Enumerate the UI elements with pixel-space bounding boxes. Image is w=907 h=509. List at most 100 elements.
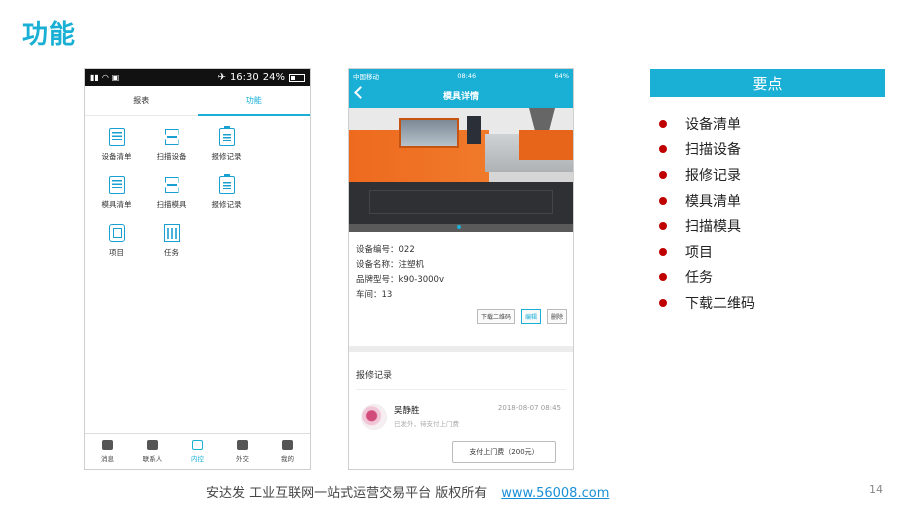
nav-header: 模具详情 xyxy=(349,82,573,108)
nav-external[interactable]: 外交 xyxy=(220,434,265,469)
feature-label: 报修记录 xyxy=(211,200,242,209)
clipboard-icon xyxy=(218,126,235,146)
list-icon xyxy=(108,128,125,146)
info-line: 设备名称：注塑机 xyxy=(356,260,425,270)
status-bar: 中国移动 08:46 64% xyxy=(349,69,573,82)
info-line: 品牌型号：k90-3000v xyxy=(356,275,444,285)
list-item: 扫描设备 xyxy=(659,137,755,163)
list-item: 下载二维码 xyxy=(659,290,755,316)
message-icon xyxy=(102,440,113,450)
avatar xyxy=(361,404,387,430)
carousel-indicator[interactable] xyxy=(457,225,461,229)
nav-label: 外交 xyxy=(236,455,249,463)
bullet-icon xyxy=(659,119,667,128)
nav-label: 联系人 xyxy=(142,455,163,463)
repair-record-item[interactable]: 吴静胜 2018-08-07 08:45 已发外，待支付上门费 xyxy=(349,398,573,438)
feature-label: 扫描模具 xyxy=(156,200,187,209)
bullet-icon xyxy=(659,273,667,282)
clipboard-icon xyxy=(218,174,235,194)
phone-feature-menu: ▮▮ ◠ ▣ ✈ 16:30 24% 报表 功能 设备清单 扫描设备 报修记录 … xyxy=(84,68,311,470)
bullet-icon xyxy=(659,298,667,307)
list-item: 报修记录 xyxy=(659,162,755,188)
phone-mold-detail: 中国移动 08:46 64% 模具详情 设备编号：022 设备名称：注塑机 品牌… xyxy=(348,68,574,470)
feature-label: 任务 xyxy=(164,248,179,257)
record-time: 2018-08-07 08:45 xyxy=(497,404,561,412)
record-name: 吴静胜 xyxy=(394,406,420,416)
nav-messages[interactable]: 消息 xyxy=(85,434,130,469)
tab-features[interactable]: 功能 xyxy=(197,86,311,116)
nav-label: 内控 xyxy=(191,455,204,463)
list-item: 扫描模具 xyxy=(659,213,755,239)
notification-icon: ▣ xyxy=(111,73,120,82)
tab-bar: 报表 功能 xyxy=(85,86,310,116)
list-item: 模具清单 xyxy=(659,188,755,214)
feature-label: 报修记录 xyxy=(211,152,242,161)
bullet-icon xyxy=(659,222,667,231)
back-icon[interactable] xyxy=(354,86,367,99)
tab-reports[interactable]: 报表 xyxy=(85,86,198,115)
bullet-icon xyxy=(659,196,667,205)
pay-fee-button[interactable]: 支付上门费（200元） xyxy=(452,441,556,463)
scan-icon xyxy=(164,128,180,146)
battery-icon xyxy=(289,73,305,82)
key-points-list: 设备清单 扫描设备 报修记录 模具清单 扫描模具 项目 任务 下载二维码 xyxy=(659,111,755,316)
footer-text: 安达发 工业互联网一站式运营交易平台 版权所有 xyxy=(206,486,488,501)
feature-grid: 设备清单 扫描设备 报修记录 模具清单 扫描模具 报修记录 项目 任务 xyxy=(85,116,310,262)
scan-icon xyxy=(164,176,180,194)
internal-icon xyxy=(192,440,203,450)
footer-link[interactable]: www.56008.com xyxy=(501,486,609,501)
footer: 安达发 工业互联网一站式运营交易平台 版权所有 www.56008.com xyxy=(206,482,609,501)
nav-internal[interactable]: 内控 xyxy=(175,434,220,469)
feature-mold-list[interactable]: 模具清单 xyxy=(89,176,144,214)
status-bar: ▮▮ ◠ ▣ ✈ 16:30 24% xyxy=(85,69,310,86)
feature-repair-records[interactable]: 报修记录 xyxy=(199,126,254,166)
nav-contacts[interactable]: 联系人 xyxy=(130,434,175,469)
airplane-icon: ✈ xyxy=(217,72,226,83)
bullet-icon xyxy=(659,170,667,179)
feature-scan-mold[interactable]: 扫描模具 xyxy=(144,176,199,214)
feature-equipment-list[interactable]: 设备清单 xyxy=(89,128,144,166)
status-time: 08:46 xyxy=(457,71,477,80)
contacts-icon xyxy=(147,440,158,450)
battery-percent: 64% xyxy=(554,71,569,80)
status-carrier: 中国移动 xyxy=(353,72,379,81)
feature-projects[interactable]: 项目 xyxy=(89,224,144,262)
status-icons: ▮▮ ◠ ▣ xyxy=(90,73,119,82)
list-item: 设备清单 xyxy=(659,111,755,137)
action-buttons: 下载二维码 编辑 删除 xyxy=(349,303,573,324)
delete-button[interactable]: 删除 xyxy=(546,309,567,324)
nav-label: 我的 xyxy=(281,455,294,463)
status-time: 16:30 xyxy=(229,72,259,83)
section-title: 报修记录 xyxy=(356,371,393,381)
feature-label: 模具清单 xyxy=(101,200,132,209)
grid-icon xyxy=(237,440,248,450)
equipment-info: 设备编号：022 设备名称：注塑机 品牌型号：k90-3000v 车间：13 xyxy=(349,232,573,303)
feature-tasks[interactable]: 任务 xyxy=(144,224,199,262)
bottom-nav: 消息 联系人 内控 外交 我的 xyxy=(85,433,310,469)
info-line: 车间：13 xyxy=(356,290,393,300)
battery-percent: 24% xyxy=(262,72,285,83)
calendar-icon xyxy=(163,224,180,242)
record-status: 已发外，待支付上门费 xyxy=(394,420,459,428)
bullet-icon xyxy=(659,247,667,256)
divider xyxy=(356,389,566,390)
wifi-icon: ◠ xyxy=(101,73,109,82)
signal-icon: ▮▮ xyxy=(90,73,99,82)
feature-mold-repair-records[interactable]: 报修记录 xyxy=(199,174,254,214)
key-points-header: 要点 xyxy=(650,69,885,97)
nav-me[interactable]: 我的 xyxy=(265,434,310,469)
feature-scan-equipment[interactable]: 扫描设备 xyxy=(144,128,199,166)
user-icon xyxy=(282,440,293,450)
nav-label: 消息 xyxy=(101,455,114,463)
page-number: 14 xyxy=(869,483,883,496)
equipment-photo xyxy=(349,108,573,232)
list-item: 项目 xyxy=(659,239,755,265)
list-icon xyxy=(108,176,125,194)
download-qrcode-button[interactable]: 下载二维码 xyxy=(476,309,515,324)
feature-label: 设备清单 xyxy=(101,152,132,161)
bullet-icon xyxy=(659,145,667,154)
feature-label: 项目 xyxy=(109,248,124,257)
page-title: 模具详情 xyxy=(442,91,479,102)
edit-button[interactable]: 编辑 xyxy=(520,309,541,324)
info-line: 设备编号：022 xyxy=(356,245,415,255)
